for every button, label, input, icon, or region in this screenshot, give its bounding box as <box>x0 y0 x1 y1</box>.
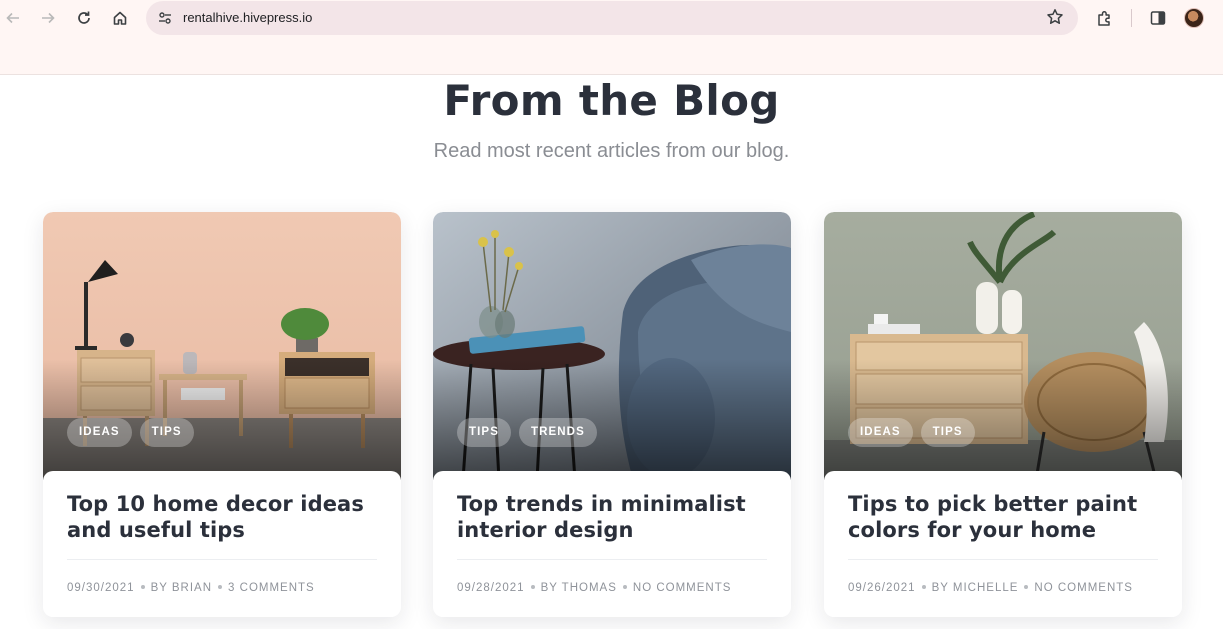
browser-toolbar: rentalhive.hivepress.io <box>0 0 1223 36</box>
post-date: 09/28/2021 <box>457 582 525 594</box>
home-icon[interactable] <box>108 6 132 30</box>
profile-avatar[interactable] <box>1184 8 1204 28</box>
post-meta: 09/26/2021 BY MICHELLE NO COMMENTS <box>848 582 1133 594</box>
address-url[interactable]: rentalhive.hivepress.io <box>183 10 312 25</box>
meta-separator <box>140 584 145 589</box>
card-divider <box>457 559 767 560</box>
back-icon[interactable] <box>1 6 25 30</box>
extensions-icon[interactable] <box>1094 7 1116 29</box>
side-panel-icon[interactable] <box>1147 7 1169 29</box>
section-subtitle: Read most recent articles from our blog. <box>433 140 790 162</box>
toolbar-separator <box>1131 9 1132 27</box>
post-date: 09/30/2021 <box>67 582 135 594</box>
forward-icon[interactable] <box>36 6 60 30</box>
post-title[interactable]: Top trends in minimalist interior design <box>457 491 773 543</box>
post-title[interactable]: Tips to pick better paint colors for you… <box>848 491 1164 543</box>
post-comments[interactable]: NO COMMENTS <box>633 582 732 594</box>
card-divider <box>67 559 377 560</box>
meta-separator <box>218 584 223 589</box>
meta-separator <box>622 584 627 589</box>
tag-chip[interactable]: IDEAS <box>67 418 132 447</box>
meta-separator <box>530 584 535 589</box>
site-settings-icon[interactable] <box>154 7 176 29</box>
site-header <box>0 36 1223 75</box>
section-title: From the Blog <box>443 76 780 125</box>
blog-card[interactable]: IDEAS TIPS Tips to pick better paint col… <box>824 212 1182 617</box>
post-author[interactable]: BY THOMAS <box>541 582 617 594</box>
bookmark-star-icon[interactable] <box>1046 8 1064 31</box>
post-comments[interactable]: NO COMMENTS <box>1034 582 1133 594</box>
post-tags: IDEAS TIPS <box>848 418 975 447</box>
blog-card[interactable]: TIPS TRENDS Top trends in minimalist int… <box>433 212 791 617</box>
tag-chip[interactable]: TIPS <box>139 418 194 447</box>
reload-icon[interactable] <box>72 6 96 30</box>
card-body: Top trends in minimalist interior design… <box>433 471 791 617</box>
post-comments[interactable]: 3 COMMENTS <box>228 582 315 594</box>
card-body: Tips to pick better paint colors for you… <box>824 471 1182 617</box>
post-meta: 09/28/2021 BY THOMAS NO COMMENTS <box>457 582 731 594</box>
post-meta: 09/30/2021 BY BRIAN 3 COMMENTS <box>67 582 315 594</box>
post-tags: TIPS TRENDS <box>457 418 597 447</box>
post-date: 09/26/2021 <box>848 582 916 594</box>
card-body: Top 10 home decor ideas and useful tips … <box>43 471 401 617</box>
post-author[interactable]: BY MICHELLE <box>932 582 1019 594</box>
blog-card[interactable]: IDEAS TIPS Top 10 home decor ideas and u… <box>43 212 401 617</box>
post-tags: IDEAS TIPS <box>67 418 194 447</box>
tag-chip[interactable]: TIPS <box>920 418 975 447</box>
meta-separator <box>1024 584 1029 589</box>
meta-separator <box>921 584 926 589</box>
post-author[interactable]: BY BRIAN <box>151 582 212 594</box>
tag-chip[interactable]: IDEAS <box>848 418 913 447</box>
tag-chip[interactable]: TRENDS <box>518 418 597 447</box>
post-title[interactable]: Top 10 home decor ideas and useful tips <box>67 491 383 543</box>
card-divider <box>848 559 1158 560</box>
address-bar[interactable]: rentalhive.hivepress.io <box>146 1 1078 35</box>
tag-chip[interactable]: TIPS <box>457 418 511 447</box>
